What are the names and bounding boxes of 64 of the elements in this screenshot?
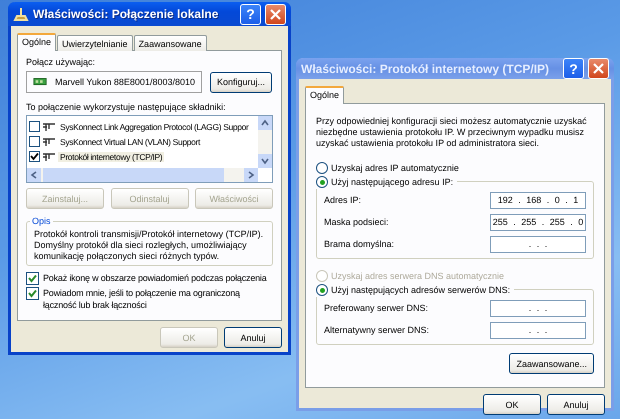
protocol-icon [42,122,56,132]
horizontal-scrollbar[interactable] [27,168,258,182]
ip-address-field[interactable]: 255 . 255 . 255 . 0 [490,214,586,230]
ip-address-field[interactable]: . . . [490,322,586,338]
scroll-down-icon[interactable] [258,154,272,168]
radio-label: Użyj następującego adresu IP: [331,177,454,187]
checkbox[interactable] [26,287,39,300]
dialog-button[interactable]: OK [483,394,541,415]
advanced-button[interactable]: Zaawansowane... [509,353,594,374]
configure-button[interactable]: Konfiguruj... [210,72,272,92]
checkbox[interactable] [26,272,39,285]
section-label: Połącz używając: [26,57,96,67]
window-title: Właściwości: Protokół internetowy (TCP/IP) [301,62,550,76]
option-label: Pokaż ikonę w obszarze powiadomień podczas połączenia [43,272,267,284]
tab[interactable]: Uwierzytelnianie [57,35,133,51]
checkbox[interactable] [29,121,40,132]
ip-address-field[interactable]: 192 . 168 . 0 . 1 [490,192,586,208]
group-title: Opis [30,215,53,227]
radio-button[interactable] [316,162,328,174]
intro-text: Przy odpowiedniej konfiguracji sieci możesz automatycznie uzyskać niezbędne ustawienia protokołu IP. W przeciwnym wypadku musisz uzyskać ustawienia protokołu IP od administratora sieci. [316,116,588,149]
adapter-field: Marvell Yukon 88E8001/8003/8010 [26,71,202,93]
component-name: SysKonnect Virtual LAN (VLAN) Support [59,136,202,146]
ip-address-field[interactable]: . . . [490,236,586,252]
close-button[interactable] [265,4,286,24]
field-label: Brama domyślna: [324,239,394,249]
description-text: Protokół kontroli transmisji/Protokół internetowy (TCP/IP). Domyślny protokół dla sieci rozległych, umożliwiający komunikację połączonych sieci różnych typów. [34,229,264,262]
list-item[interactable]: SysKonnect Link Aggregation Protocol (LAGG) Suppor [27,119,258,134]
list-item[interactable]: SysKonnect Virtual LAN (VLAN) Support [27,134,258,149]
field-label: Maska podsieci: [324,217,389,227]
vertical-scrollbar[interactable] [258,116,272,168]
component-name: SysKonnect Link Aggregation Protocol (LAGG) Suppor [59,122,250,132]
field-label: Preferowany serwer DNS: [324,303,428,313]
tab[interactable]: Ogólne [17,33,56,51]
checkbox[interactable] [29,151,40,162]
checkbox[interactable] [29,136,40,147]
field-label: Alternatywny serwer DNS: [324,325,430,335]
network-icon [13,7,29,21]
ip-address-field[interactable]: . . . [490,300,586,316]
tab[interactable]: Ogólne [305,86,344,104]
radio-button[interactable] [316,284,328,296]
section-label: To połączenie wykorzystuje następujące składniki: [26,102,227,112]
option-label: Powiadom mnie, jeśli to połączenie ma ograniczoną łączność lub brak łączności [43,287,241,311]
close-icon [593,63,604,74]
help-button[interactable]: ? [563,58,584,79]
component-name: Protokół internetowy (TCP/IP) [58,152,164,162]
network-card-icon [33,77,48,87]
help-button[interactable]: ? [240,4,261,24]
radio-label: Użyj następujących adresów serwerów DNS: [331,285,510,295]
field-label: Adres IP: [324,195,362,205]
tab[interactable]: Zaawansowane [134,35,207,51]
scroll-left-icon[interactable] [27,168,41,182]
window-title: Właściwości: Połączenie lokalne [33,7,220,21]
protocol-icon [42,136,56,146]
dialog-button[interactable]: Anuluj [547,394,605,415]
protocol-icon [42,152,56,162]
dialog-button[interactable]: Anuluj [224,327,282,348]
radio-label: Uzyskaj adres IP automatycznie [331,163,459,173]
radio-button[interactable] [316,176,328,188]
radio-label: Uzyskaj adres serwera DNS automatycznie [331,271,504,281]
list-item[interactable]: Protokół internetowy (TCP/IP) [27,149,258,164]
scroll-right-icon[interactable] [244,168,258,182]
close-button[interactable] [588,58,609,79]
scroll-up-icon[interactable] [258,116,272,130]
close-icon [270,8,281,20]
